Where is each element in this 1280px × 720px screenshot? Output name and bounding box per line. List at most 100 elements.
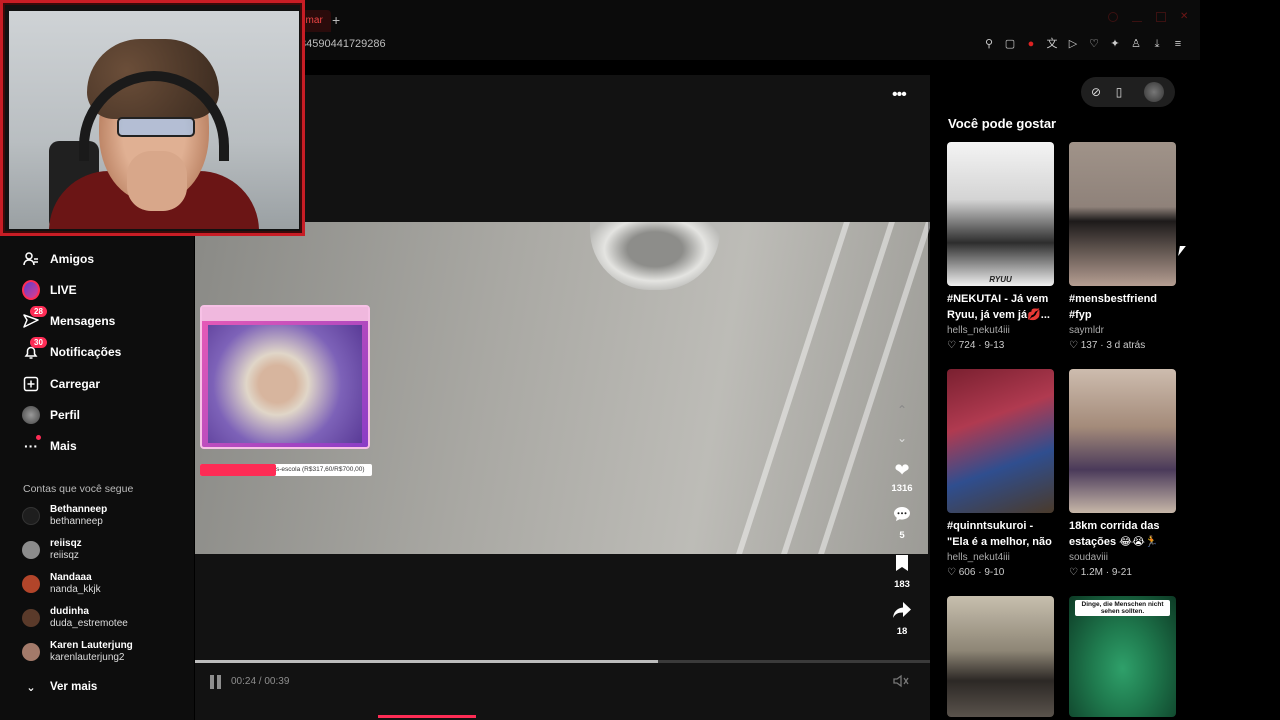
scroll-up-button[interactable]: ⌃: [882, 400, 922, 420]
webcam-overlay: [0, 0, 305, 236]
pin-icon[interactable]: ⚲: [983, 38, 995, 50]
account-username: reiisqz: [50, 550, 79, 561]
avatar: [22, 575, 40, 593]
translate-icon[interactable]: 文: [1046, 38, 1058, 50]
sidebar-item-notifications[interactable]: 30 Notificações: [22, 337, 121, 361]
video-thumbnail: [947, 369, 1054, 513]
video-thumbnail: [947, 596, 1054, 717]
avatar: [22, 507, 40, 525]
minimize-window-icon[interactable]: [1132, 12, 1142, 22]
heart-icon: ❤: [894, 460, 910, 480]
save-button[interactable]: 183: [882, 554, 922, 590]
video-stats: ♡ 1.2M · 9-21: [1069, 567, 1132, 578]
see-more-label: Ver mais: [50, 681, 98, 693]
more-icon: ···: [22, 435, 41, 455]
video-likes: 606: [958, 567, 976, 578]
maximize-window-icon[interactable]: [1156, 12, 1166, 22]
sidebar-item-messages[interactable]: 28 Mensagens: [22, 306, 116, 330]
following-account[interactable]: Karen Lauterjung karenlauterjung2: [22, 640, 133, 664]
account-username: nanda_kkjk: [50, 584, 101, 595]
heart-icon[interactable]: ♡: [1088, 38, 1100, 50]
account-name: Karen Lauterjung: [50, 640, 133, 651]
suggested-video-card[interactable]: #mensbestfriend #fyp saymldr ♡ 137 · 3 d…: [1069, 142, 1176, 354]
record-icon[interactable]: ●: [1025, 38, 1037, 50]
goal-bar-fill: [200, 464, 276, 476]
pause-icon[interactable]: [210, 675, 222, 689]
suggested-video-card[interactable]: #quinntsukuroi - "Ela é a melhor, não te…: [947, 369, 1054, 581]
phone-icon[interactable]: ▯: [1111, 84, 1127, 100]
suggested-video-card[interactable]: RYUU #NEKUTAI - Já vem Ryuu, já vem já💋.…: [947, 142, 1054, 354]
sidebar-item-label: Mensagens: [50, 314, 116, 328]
browser-toolbar: ⚲ ▢ ● 文 ▷ ♡ ✦ ♙ ⤓ ≡: [983, 38, 1184, 50]
like-button[interactable]: ❤ 1316: [882, 460, 922, 494]
extensions-icon[interactable]: ✦: [1109, 38, 1121, 50]
chevron-down-icon: ⌄: [26, 681, 36, 694]
sidebar-item-live[interactable]: LIVE: [22, 280, 77, 300]
live-icon: [22, 280, 40, 300]
stream-overlay-card: [200, 305, 370, 449]
video-progress-fill: [195, 660, 659, 663]
profile-icon: [22, 406, 40, 424]
video-date: 9-10: [984, 567, 1005, 578]
crop-icon[interactable]: ▢: [1004, 38, 1016, 50]
video-watermark-logo: [524, 220, 578, 234]
video-author: saymldr: [1069, 325, 1105, 336]
video-caption: 18km corrida das estações 😂😭🏃: [1069, 520, 1160, 548]
address-bar[interactable]: 34590441729286: [300, 38, 386, 50]
suggested-video-card[interactable]: [947, 596, 1054, 717]
following-account[interactable]: dudinha duda_estremotee: [22, 606, 128, 630]
sidebar-item-more[interactable]: ··· Mais: [22, 435, 77, 455]
share-button[interactable]: 18: [882, 601, 922, 637]
suggested-video-card[interactable]: 18km corrida das estações 😂😭🏃 soudaviii …: [1069, 369, 1176, 581]
scroll-down-button[interactable]: ⌄: [882, 428, 922, 448]
avatar: [22, 541, 40, 559]
video-thumbnail: Dinge, die Menschen nicht sehen sollten.: [1069, 596, 1176, 717]
video-thumbnail: [1069, 142, 1176, 286]
comment-count: 5: [899, 530, 905, 541]
account-username: karenlauterjung2: [50, 652, 125, 663]
webcam-hand: [127, 151, 187, 211]
account-name: Nandaaa: [50, 572, 92, 583]
following-account[interactable]: Bethanneep bethanneep: [22, 504, 107, 528]
video-author: soudaviii: [1069, 552, 1108, 563]
video-caption: #NEKUTAI - Já vem Ryuu, já vem já💋...: [947, 293, 1050, 321]
video-author: hells_nekut4iii: [947, 552, 1010, 563]
bell-icon: 30: [22, 337, 47, 361]
sidebar-item-label: Perfil: [50, 408, 81, 422]
video-stats: ♡ 724 · 9-13: [947, 340, 1005, 351]
avatar[interactable]: [1144, 82, 1164, 102]
thumbnail-caption-text: Dinge, die Menschen nicht sehen sollten.: [1075, 600, 1170, 616]
menu-icon[interactable]: ≡: [1172, 38, 1184, 50]
video-date: 9-21: [1111, 567, 1132, 578]
new-tab-button[interactable]: +: [332, 12, 340, 28]
video-stats: ♡ 137 · 3 d atrás: [1069, 340, 1146, 351]
video-caption: #mensbestfriend #fyp: [1069, 293, 1158, 321]
close-icon[interactable]: ✕: [1180, 12, 1190, 22]
thumbnail-caption-text: RYUU: [989, 275, 1012, 284]
sidebar-item-profile[interactable]: Perfil: [22, 406, 80, 424]
close-window-icon[interactable]: [1108, 12, 1118, 22]
sidebar-item-friends[interactable]: Amigos: [22, 250, 94, 268]
video-thumbnail: RYUU: [947, 142, 1054, 286]
video-time: 00:24 / 00:39: [231, 676, 290, 687]
see-more-button[interactable]: ⌄ Ver mais: [22, 678, 97, 696]
sidebar-item-label: Amigos: [50, 252, 95, 266]
video-date: 9-13: [984, 340, 1005, 351]
share-icon: [882, 601, 922, 623]
more-options-icon[interactable]: •••: [892, 86, 907, 104]
download-icon[interactable]: ⤓: [1151, 38, 1163, 50]
compass-icon[interactable]: ⊘: [1088, 84, 1104, 100]
suggested-video-card[interactable]: Dinge, die Menschen nicht sehen sollten.: [1069, 596, 1176, 717]
webcam-glasses: [117, 117, 195, 137]
sidebar-item-upload[interactable]: Carregar: [22, 375, 100, 393]
overlay-header: [202, 307, 368, 321]
share-count: 18: [896, 626, 908, 637]
following-account[interactable]: Nandaaa nanda_kkjk: [22, 572, 101, 596]
comment-button[interactable]: 5: [882, 505, 922, 541]
sidebar-item-label: Carregar: [50, 377, 101, 391]
following-account[interactable]: reiisqz reiisqz: [22, 538, 82, 562]
play-icon[interactable]: ▷: [1067, 38, 1079, 50]
volume-icon[interactable]: [893, 674, 909, 691]
profile-icon[interactable]: ♙: [1130, 38, 1142, 50]
suggestions-title: Você pode gostar: [948, 116, 1057, 131]
